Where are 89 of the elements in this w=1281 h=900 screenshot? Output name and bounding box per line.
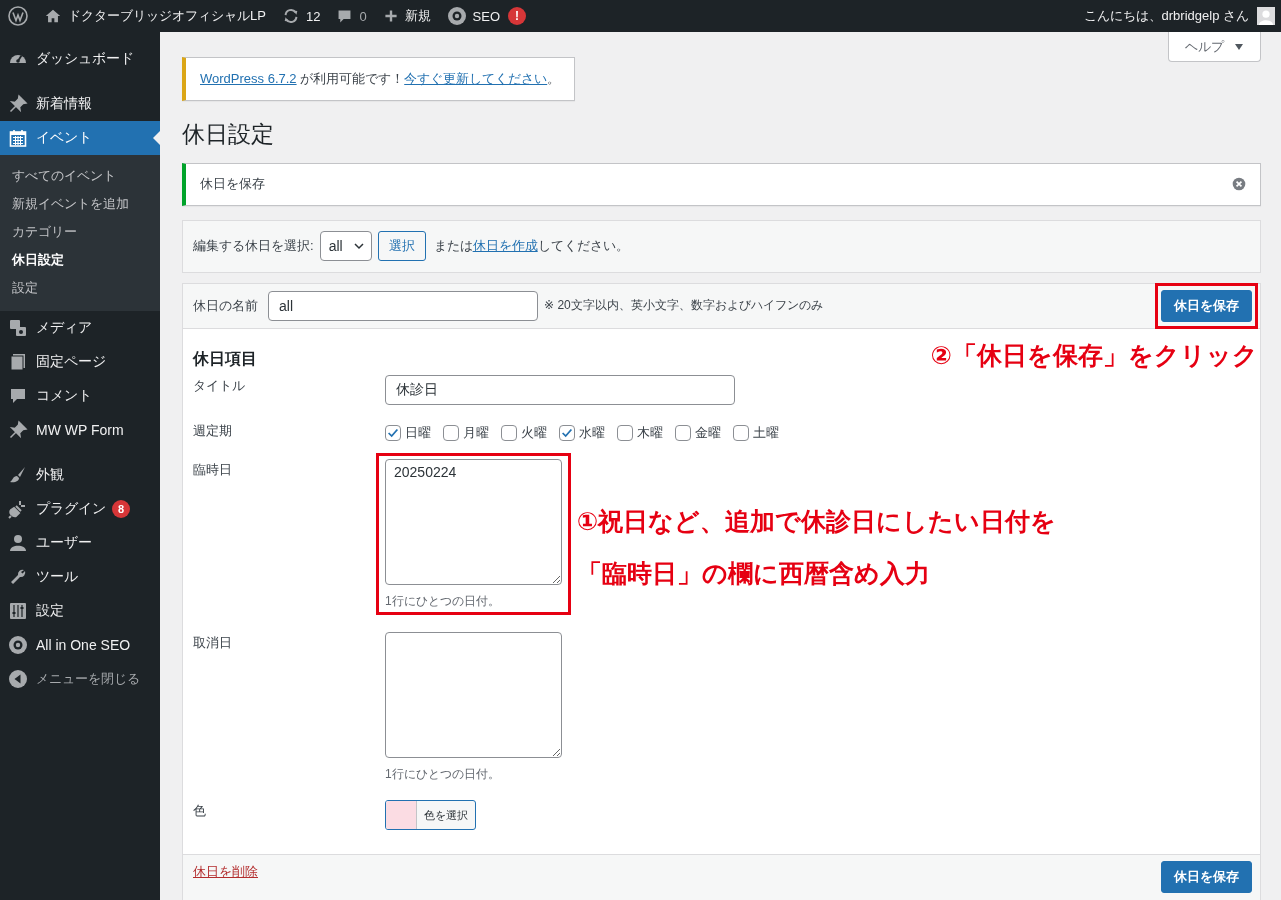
checkbox-label: 火曜 xyxy=(521,423,547,442)
submenu-item[interactable]: 休日設定 xyxy=(0,246,160,274)
menu-item[interactable]: 設定 xyxy=(0,594,160,628)
checkbox[interactable] xyxy=(617,424,633,441)
seo-link[interactable]: SEO ! xyxy=(438,0,535,32)
text-link[interactable]: 休日を作成 xyxy=(472,238,538,254)
save-button[interactable]: 休日を保存 xyxy=(1161,289,1252,322)
checkbox[interactable] xyxy=(733,424,749,441)
menu-item[interactable]: ダッシュボード xyxy=(0,42,160,76)
submenu-item[interactable]: カテゴリー xyxy=(0,218,160,246)
checkbox-label: 土曜 xyxy=(753,423,779,442)
plus-icon xyxy=(382,8,399,24)
select-button[interactable]: 選択 xyxy=(377,231,426,262)
home-icon xyxy=(44,7,62,25)
field-label: 色 xyxy=(193,801,207,820)
close-icon xyxy=(1232,177,1246,192)
checkbox-label: 水曜 xyxy=(579,423,605,442)
menu-item[interactable]: コメント xyxy=(0,379,160,413)
hint-text: 1行にひとつの日付。 xyxy=(385,765,500,783)
menu-item[interactable]: MW WP Form xyxy=(0,413,160,447)
checkbox[interactable] xyxy=(559,424,575,441)
field-label: 臨時日 xyxy=(193,460,233,479)
alert-badge: ! xyxy=(508,7,527,25)
checkbox-label: 金曜 xyxy=(695,423,721,442)
collapse-menu-button[interactable]: メニューを閉じる xyxy=(0,662,160,696)
submenu-item[interactable]: すべてのイベント xyxy=(0,162,160,190)
help-button[interactable]: ヘルプ xyxy=(1168,32,1261,62)
annotation-text: ①祝日など、追加で休診日にしたい日付を xyxy=(577,505,1057,537)
plug-icon xyxy=(8,499,28,519)
updates-link[interactable]: 12 xyxy=(273,0,329,32)
hint-text: 1行にひとつの日付。 xyxy=(385,592,500,610)
update-notice-text: WordPress 6.7.2 が利用可能です！今すぐ更新してください。 xyxy=(200,70,561,88)
text-link[interactable]: WordPress 6.7.2 xyxy=(200,71,297,86)
field-label: 編集する休日を選択: xyxy=(193,237,314,256)
pin-icon xyxy=(8,94,28,114)
color-picker-button[interactable]: 色を選択 xyxy=(385,799,476,830)
site-link[interactable]: ドクターブリッジオフィシャルLP xyxy=(36,0,274,32)
name-note: ※ 20文字以内、英小文字、数字およびハイフンのみ xyxy=(544,297,823,315)
checkbox[interactable] xyxy=(443,424,459,441)
new-link[interactable]: 新規 xyxy=(374,0,439,32)
checkbox-label: 日曜 xyxy=(405,423,431,442)
comment-icon xyxy=(8,386,28,406)
checkbox[interactable] xyxy=(675,424,691,441)
collapse-icon xyxy=(8,669,28,689)
textarea-field[interactable] xyxy=(385,631,562,758)
media-icon xyxy=(8,318,28,338)
calendar-icon xyxy=(8,128,28,148)
field-label: 週定期 xyxy=(193,421,233,440)
section-title: 休日項目 xyxy=(193,349,257,370)
title-field[interactable]: 休診日 xyxy=(385,374,735,405)
save-button[interactable]: 休日を保存 xyxy=(1161,860,1252,893)
submenu-item[interactable]: 新規イベントを追加 xyxy=(0,190,160,218)
field-label: 休日の名前 xyxy=(193,296,258,315)
wordpress-logo-icon xyxy=(8,6,28,26)
checkbox[interactable] xyxy=(385,424,401,441)
user-icon xyxy=(8,533,28,553)
menu-item[interactable]: ツール xyxy=(0,560,160,594)
sliders-icon xyxy=(8,601,28,621)
name-field[interactable]: all xyxy=(268,290,538,321)
pages-icon xyxy=(8,352,28,372)
holiday-select[interactable]: all xyxy=(319,231,372,262)
annotation-text: ②「休日を保存」をクリック xyxy=(930,339,1258,370)
menu-item[interactable]: All in One SEO xyxy=(0,628,160,662)
menu-item[interactable]: イベント xyxy=(0,121,160,155)
comments-link[interactable]: 0 xyxy=(328,0,375,32)
pin-icon xyxy=(8,420,28,440)
delete-link[interactable]: 休日を削除 xyxy=(193,860,258,881)
count-badge: 8 xyxy=(112,500,130,518)
avatar-icon xyxy=(1257,7,1275,25)
menu-item[interactable]: ユーザー xyxy=(0,526,160,560)
submenu-item[interactable]: 設定 xyxy=(0,274,160,302)
field-label: タイトル xyxy=(193,376,246,395)
checkbox[interactable] xyxy=(501,424,517,441)
menu-item[interactable]: メディア xyxy=(0,311,160,345)
menu-item[interactable]: 外観 xyxy=(0,458,160,492)
checkbox-label: 月曜 xyxy=(463,423,489,442)
caret-icon xyxy=(1234,41,1244,52)
text-link[interactable]: 今すぐ更新してください xyxy=(404,71,548,86)
checkbox-label: 木曜 xyxy=(637,423,663,442)
create-hint-text: または休日を作成してください。 xyxy=(433,237,629,256)
menu-item[interactable]: プラグイン 8 xyxy=(0,492,160,526)
menu-item[interactable]: 固定ページ xyxy=(0,345,160,379)
greeting-text: こんにちは、drbridgelp さん xyxy=(1083,7,1249,25)
textarea-field[interactable]: 20250224 xyxy=(385,458,562,585)
annotation-text: 「臨時日」の欄に西暦含め入力 xyxy=(577,557,931,589)
page-title: 休日設定 xyxy=(182,120,275,149)
field-label: 取消日 xyxy=(193,633,233,652)
notice-message: 休日を保存 xyxy=(200,175,265,194)
menu-item[interactable]: 新着情報 xyxy=(0,87,160,121)
